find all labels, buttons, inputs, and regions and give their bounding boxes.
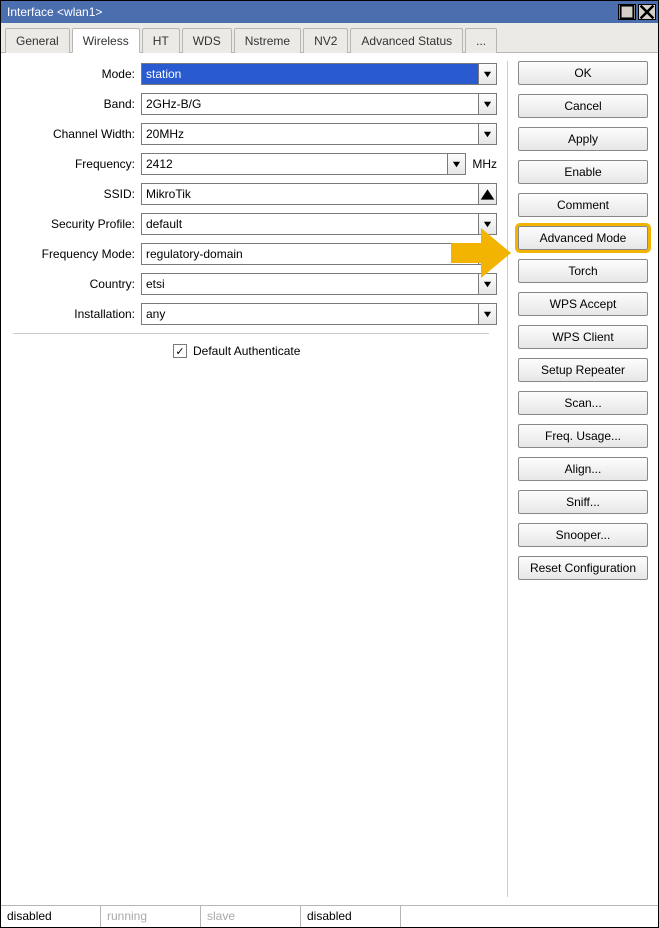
snooper-button[interactable]: Snooper...: [518, 523, 648, 547]
setup-repeater-button[interactable]: Setup Repeater: [518, 358, 648, 382]
align-button[interactable]: Align...: [518, 457, 648, 481]
sniff-button[interactable]: Sniff...: [518, 490, 648, 514]
window-title: Interface <wlan1>: [7, 5, 616, 19]
default-authenticate-label: Default Authenticate: [193, 344, 300, 358]
country-select[interactable]: etsi: [141, 273, 479, 295]
wps-client-button[interactable]: WPS Client: [518, 325, 648, 349]
label-mode: Mode:: [1, 67, 141, 81]
freq-usage-button[interactable]: Freq. Usage...: [518, 424, 648, 448]
divider: [13, 333, 489, 334]
form-area: Mode: station Band: 2GHz-B/G Channel Wid…: [1, 53, 507, 905]
label-frequency-mode: Frequency Mode:: [1, 247, 141, 261]
ok-button[interactable]: OK: [518, 61, 648, 85]
tab-advanced-status[interactable]: Advanced Status: [350, 28, 463, 53]
frequency-select[interactable]: 2412: [141, 153, 448, 175]
cancel-button[interactable]: Cancel: [518, 94, 648, 118]
tab-ht[interactable]: HT: [142, 28, 180, 53]
chevron-down-icon[interactable]: [479, 213, 497, 235]
label-channel-width: Channel Width:: [1, 127, 141, 141]
tab-general[interactable]: General: [5, 28, 70, 53]
wps-accept-button[interactable]: WPS Accept: [518, 292, 648, 316]
default-authenticate-checkbox[interactable]: ✓: [173, 344, 187, 358]
statusbar: disabled running slave disabled: [1, 905, 658, 927]
security-profile-select[interactable]: default: [141, 213, 479, 235]
mode-select[interactable]: station: [141, 63, 479, 85]
tab-nv2[interactable]: NV2: [303, 28, 348, 53]
frequency-unit: MHz: [466, 157, 497, 171]
chevron-down-icon[interactable]: [479, 303, 497, 325]
status-cell: disabled: [1, 906, 101, 927]
window: Interface <wlan1> General Wireless HT WD…: [0, 0, 659, 928]
status-cell: [401, 906, 658, 927]
chevron-down-icon[interactable]: [479, 93, 497, 115]
frequency-mode-select[interactable]: regulatory-domain: [141, 243, 479, 265]
tab-more[interactable]: ...: [465, 28, 497, 53]
chevron-down-icon[interactable]: [479, 123, 497, 145]
tab-wds[interactable]: WDS: [182, 28, 232, 53]
scan-button[interactable]: Scan...: [518, 391, 648, 415]
chevron-down-icon[interactable]: [479, 63, 497, 85]
channel-width-select[interactable]: 20MHz: [141, 123, 479, 145]
torch-button[interactable]: Torch: [518, 259, 648, 283]
default-authenticate-row: ✓ Default Authenticate: [173, 344, 497, 358]
chevron-down-icon[interactable]: [448, 153, 466, 175]
status-cell: disabled: [301, 906, 401, 927]
chevron-up-icon[interactable]: [479, 183, 497, 205]
chevron-down-icon[interactable]: [479, 273, 497, 295]
label-frequency: Frequency:: [1, 157, 141, 171]
status-cell: slave: [201, 906, 301, 927]
minimize-icon[interactable]: [618, 4, 636, 20]
button-panel: OK Cancel Apply Enable Comment Advanced …: [508, 53, 658, 905]
tab-wireless[interactable]: Wireless: [72, 28, 140, 53]
tab-nstreme[interactable]: Nstreme: [234, 28, 301, 53]
label-country: Country:: [1, 277, 141, 291]
tabs: General Wireless HT WDS Nstreme NV2 Adva…: [1, 23, 658, 53]
ssid-input[interactable]: MikroTik: [141, 183, 479, 205]
enable-button[interactable]: Enable: [518, 160, 648, 184]
status-cell: running: [101, 906, 201, 927]
band-select[interactable]: 2GHz-B/G: [141, 93, 479, 115]
label-band: Band:: [1, 97, 141, 111]
installation-select[interactable]: any: [141, 303, 479, 325]
label-installation: Installation:: [1, 307, 141, 321]
advanced-mode-button[interactable]: Advanced Mode: [518, 226, 648, 250]
close-icon[interactable]: [638, 4, 656, 20]
chevron-down-icon[interactable]: [479, 243, 497, 265]
label-ssid: SSID:: [1, 187, 141, 201]
label-security-profile: Security Profile:: [1, 217, 141, 231]
reset-configuration-button[interactable]: Reset Configuration: [518, 556, 648, 580]
titlebar: Interface <wlan1>: [1, 1, 658, 23]
comment-button[interactable]: Comment: [518, 193, 648, 217]
apply-button[interactable]: Apply: [518, 127, 648, 151]
